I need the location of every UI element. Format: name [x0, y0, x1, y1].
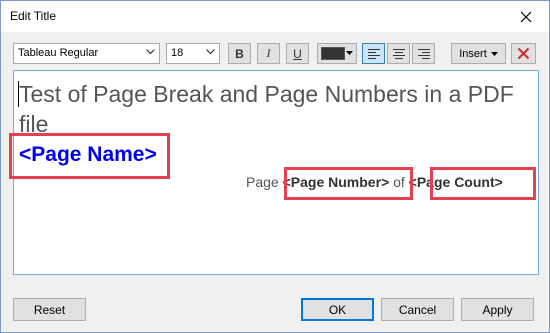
apply-button[interactable]: Apply	[461, 298, 534, 321]
ok-label: OK	[328, 302, 347, 317]
edit-title-dialog: Edit Title Tableau Regular 18 B I U Inse…	[0, 0, 550, 333]
italic-icon: I	[266, 46, 271, 60]
color-swatch	[321, 47, 345, 60]
caret-down-icon	[490, 51, 498, 56]
align-center-button[interactable]	[387, 43, 410, 64]
title-bar: Edit Title	[1, 1, 549, 32]
underline-icon: U	[293, 46, 302, 61]
font-size-select[interactable]: 18	[166, 43, 220, 64]
dialog-title: Edit Title	[10, 9, 57, 23]
delete-x-icon	[517, 47, 530, 60]
insert-label: Insert	[459, 47, 487, 60]
title-text-editor[interactable]: Test of Page Break and Page Numbers in a…	[9, 70, 539, 275]
align-right-icon	[417, 48, 430, 59]
bold-icon: B	[235, 46, 244, 61]
cancel-label: Cancel	[398, 302, 437, 317]
font-family-value: Tableau Regular	[18, 47, 99, 59]
chevron-down-icon	[206, 49, 215, 55]
close-button[interactable]	[503, 1, 549, 32]
clear-button[interactable]	[511, 43, 536, 64]
font-family-select[interactable]: Tableau Regular	[13, 43, 160, 64]
footer-prefix: Page	[246, 174, 279, 190]
align-center-icon	[392, 48, 405, 59]
text-color-button[interactable]	[317, 43, 357, 64]
align-left-button[interactable]	[362, 43, 385, 64]
title-body-text: Test of Page Break and Page Numbers in a…	[19, 81, 514, 137]
italic-button[interactable]: I	[257, 43, 280, 64]
underline-button[interactable]: U	[286, 43, 309, 64]
apply-label: Apply	[482, 302, 513, 317]
align-right-button[interactable]	[412, 43, 435, 64]
insert-button[interactable]: Insert	[451, 43, 506, 64]
font-size-value: 18	[171, 47, 184, 59]
chevron-down-icon	[146, 49, 155, 55]
close-icon	[520, 11, 532, 22]
highlight-page-count	[430, 167, 536, 200]
bold-button[interactable]: B	[228, 43, 251, 64]
align-left-icon	[367, 48, 380, 59]
reset-label: Reset	[33, 302, 66, 317]
ok-button[interactable]: OK	[301, 298, 374, 321]
highlight-page-number	[284, 167, 413, 200]
caret-down-icon	[346, 51, 353, 55]
cancel-button[interactable]: Cancel	[381, 298, 454, 321]
highlight-page-name	[9, 133, 170, 179]
reset-button[interactable]: Reset	[13, 298, 86, 321]
